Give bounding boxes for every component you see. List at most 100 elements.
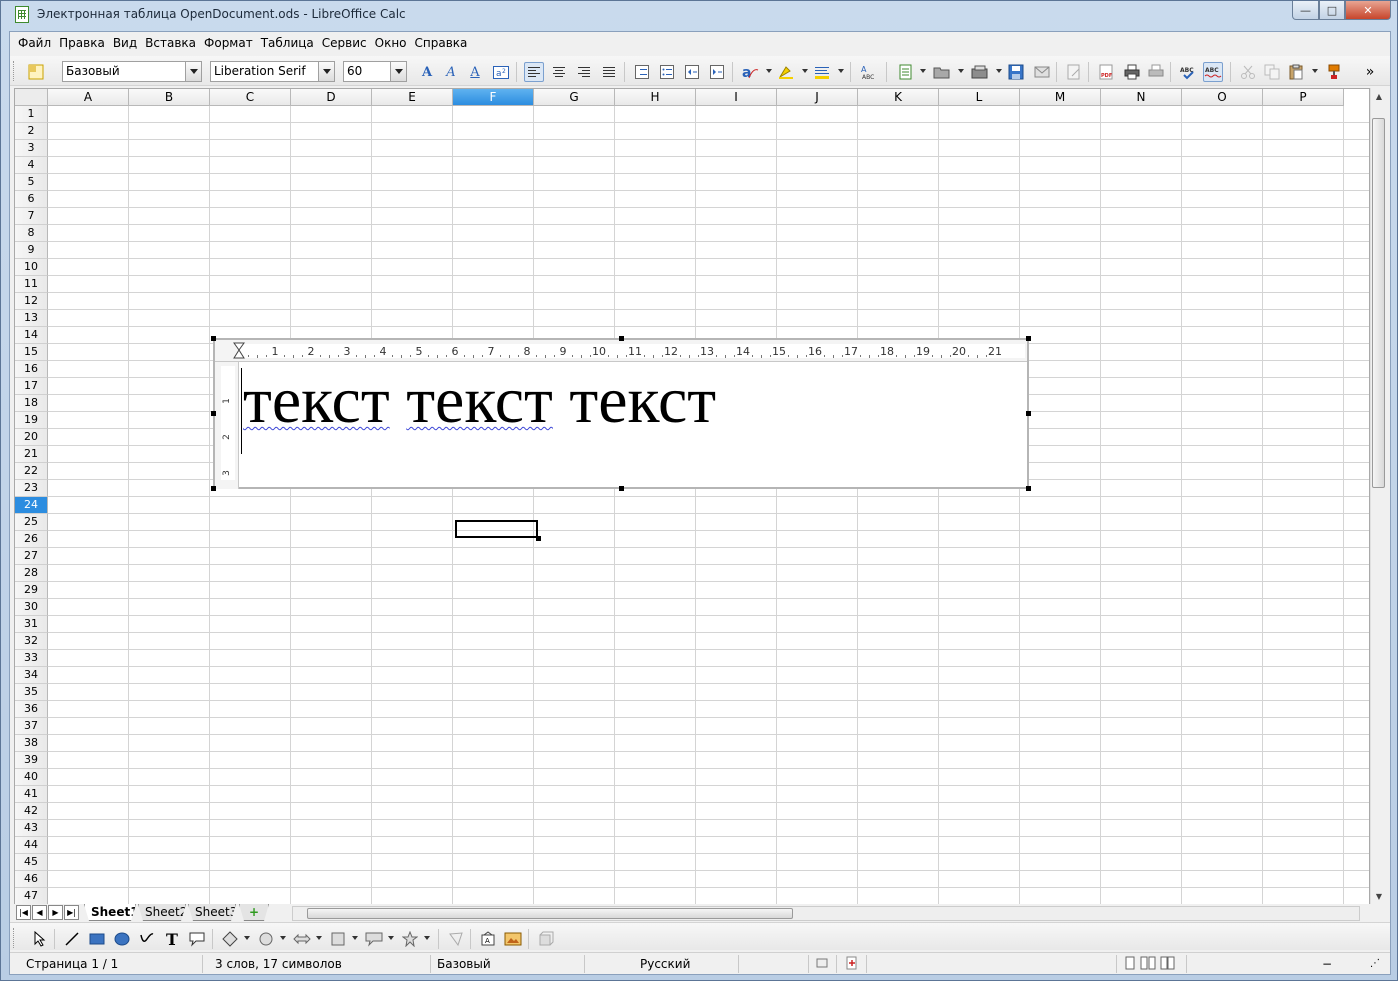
row-header-42[interactable]: 42 [15,803,48,820]
resize-handle[interactable] [211,486,216,491]
fontwork-gallery-icon[interactable]: A [478,929,498,949]
sheet-tab-sheet3[interactable]: Sheet3 [188,904,236,921]
column-header-k[interactable]: K [858,89,939,106]
maximize-button[interactable]: □ [1319,1,1345,20]
column-header-d[interactable]: D [291,89,372,106]
column-header-f[interactable]: F [453,89,534,106]
zoom-minus-icon[interactable]: − [1322,956,1332,972]
row-header-21[interactable]: 21 [15,446,48,463]
vertical-scroll-thumb[interactable] [1372,118,1385,488]
spellcheck-icon[interactable]: ABC [1178,62,1198,82]
chevron-down-icon[interactable] [920,69,926,76]
resize-handle[interactable] [1026,486,1031,491]
menu-item-8[interactable]: Справка [411,33,472,53]
word-count[interactable]: 3 слов, 17 символов [215,956,342,972]
active-cell-cursor[interactable] [455,520,541,541]
menu-item-5[interactable]: Таблица [257,33,318,53]
vertical-scrollbar[interactable]: ▲ ▼ [1370,88,1386,906]
column-header-a[interactable]: A [48,89,129,106]
scroll-up-icon[interactable]: ▲ [1372,90,1386,104]
chevron-down-icon[interactable] [390,62,406,81]
row-header-11[interactable]: 11 [15,276,48,293]
horizontal-scroll-thumb[interactable] [307,908,793,919]
row-header-33[interactable]: 33 [15,650,48,667]
chevron-down-icon[interactable] [766,69,772,76]
save-icon[interactable] [1006,62,1026,82]
align-center-icon[interactable] [549,62,569,82]
chevron-down-icon[interactable] [318,62,334,81]
chevron-down-icon[interactable] [388,936,394,943]
sheet-tab-sheet1[interactable]: Sheet1 [84,904,136,921]
menu-item-1[interactable]: Правка [55,33,109,53]
symbol-shapes-icon[interactable] [256,929,276,949]
resize-handle[interactable] [211,411,216,416]
row-header-17[interactable]: 17 [15,378,48,395]
resize-handle[interactable] [1026,411,1031,416]
row-header-4[interactable]: 4 [15,157,48,174]
insert-image-icon[interactable] [503,929,523,949]
row-header-36[interactable]: 36 [15,701,48,718]
menu-item-6[interactable]: Сервис [318,33,371,53]
block-arrows-icon[interactable] [292,929,312,949]
row-header-12[interactable]: 12 [15,293,48,310]
row-header-3[interactable]: 3 [15,140,48,157]
cut-icon[interactable] [1238,62,1258,82]
toolbar-grip[interactable] [13,61,16,81]
highlight-icon[interactable] [776,62,796,82]
autospellcheck-icon[interactable]: ABC [1203,62,1223,82]
row-header-9[interactable]: 9 [15,242,48,259]
increase-indent-icon[interactable] [707,62,727,82]
ellipse-tool-icon[interactable] [112,929,132,949]
prev-sheet-icon[interactable]: ◀ [32,905,47,920]
callouts-icon[interactable] [364,929,384,949]
indent-marker-icon[interactable] [232,342,246,360]
chevron-down-icon[interactable] [244,936,250,943]
row-header-13[interactable]: 13 [15,310,48,327]
row-header-2[interactable]: 2 [15,123,48,140]
font-color-icon[interactable]: a2 [491,62,511,82]
background-color-icon[interactable] [812,62,832,82]
column-header-n[interactable]: N [1101,89,1182,106]
column-header-g[interactable]: G [534,89,615,106]
column-header-l[interactable]: L [939,89,1020,106]
row-header-15[interactable]: 15 [15,344,48,361]
align-right-icon[interactable] [574,62,594,82]
sheet-tab-sheet2[interactable]: Sheet2 [138,904,186,921]
row-header-14[interactable]: 14 [15,327,48,344]
column-header-m[interactable]: M [1020,89,1101,106]
language-indicator[interactable]: Русский [640,956,690,972]
row-header-27[interactable]: 27 [15,548,48,565]
column-header-h[interactable]: H [615,89,696,106]
row-header-44[interactable]: 44 [15,837,48,854]
underline-icon[interactable]: A [465,62,485,82]
email-document-icon[interactable] [1032,62,1052,82]
row-header-35[interactable]: 35 [15,684,48,701]
single-page-view-icon[interactable] [1124,956,1136,972]
row-header-10[interactable]: 10 [15,259,48,276]
book-view-icon[interactable] [1160,956,1176,972]
chevron-down-icon[interactable] [424,936,430,943]
bullet-list-icon[interactable] [657,62,677,82]
menu-item-3[interactable]: Вставка [141,33,200,53]
toolbar-overflow-icon[interactable]: » [1360,62,1380,82]
column-header-b[interactable]: B [129,89,210,106]
vertical-ruler[interactable]: 1 2 3 [215,362,239,489]
chevron-down-icon[interactable] [958,69,964,76]
autospellcheck-abc-icon[interactable]: A ABC [858,62,878,82]
row-header-26[interactable]: 26 [15,531,48,548]
resize-handle[interactable] [211,336,216,341]
clone-formatting-icon[interactable] [1324,62,1344,82]
column-header-i[interactable]: I [696,89,777,106]
resize-handle[interactable] [619,336,624,341]
flowchart-icon[interactable] [328,929,348,949]
row-header-39[interactable]: 39 [15,752,48,769]
row-header-41[interactable]: 41 [15,786,48,803]
first-sheet-icon[interactable]: |◀ [16,905,31,920]
row-header-45[interactable]: 45 [15,854,48,871]
row-header-30[interactable]: 30 [15,599,48,616]
edit-file-icon[interactable] [1064,62,1084,82]
justify-icon[interactable] [599,62,619,82]
row-header-40[interactable]: 40 [15,769,48,786]
resize-handle[interactable] [619,486,624,491]
callout-tool-icon[interactable] [187,929,207,949]
